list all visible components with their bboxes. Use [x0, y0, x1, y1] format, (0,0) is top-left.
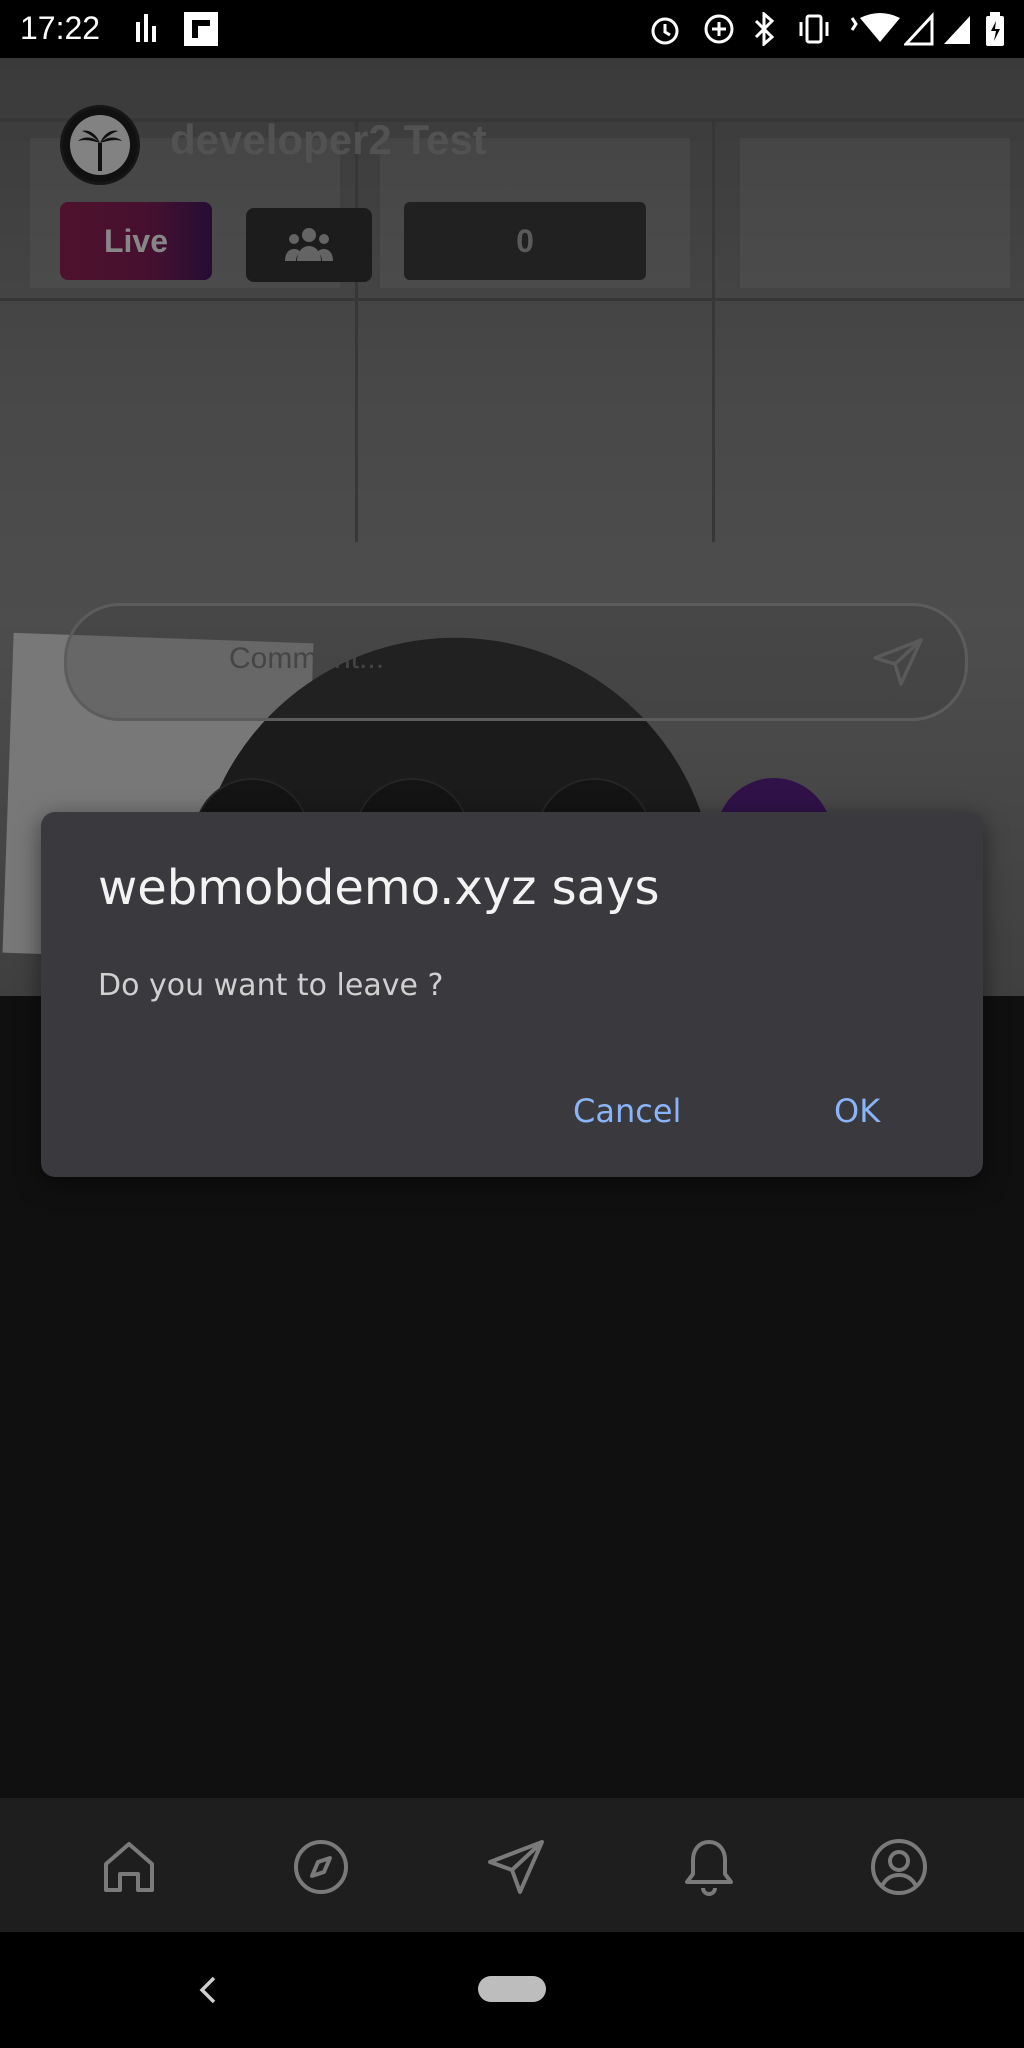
dialog-message: Do you want to leave ? [98, 968, 444, 1003]
home-pill[interactable] [478, 1976, 546, 2002]
bottom-nav [0, 1798, 1024, 1932]
alert-dialog: webmobdemo.xyz says Do you want to leave… [41, 812, 983, 1177]
bell-icon[interactable] [676, 1834, 742, 1900]
profile-icon[interactable] [866, 1834, 932, 1900]
signal-icon [942, 12, 972, 46]
signal-icon [904, 12, 934, 46]
back-icon[interactable] [196, 1972, 220, 2013]
bluetooth-icon [752, 12, 776, 46]
wifi-icon [846, 12, 900, 46]
flipboard-icon [184, 12, 218, 46]
bars-icon [134, 12, 162, 44]
ok-button[interactable]: OK [834, 1092, 880, 1130]
battery-icon [984, 12, 1006, 46]
cancel-button[interactable]: Cancel [573, 1092, 681, 1130]
send-icon[interactable] [484, 1834, 550, 1900]
home-icon[interactable] [96, 1834, 162, 1900]
dialog-title: webmobdemo.xyz says [98, 860, 660, 916]
vibrate-icon [796, 12, 832, 46]
status-time: 17:22 [20, 10, 101, 46]
status-bar: 17:22 [0, 0, 1024, 58]
system-nav [0, 1932, 1024, 2048]
alarm-icon [648, 12, 682, 46]
data-saver-icon [702, 12, 736, 46]
compass-icon[interactable] [288, 1834, 354, 1900]
